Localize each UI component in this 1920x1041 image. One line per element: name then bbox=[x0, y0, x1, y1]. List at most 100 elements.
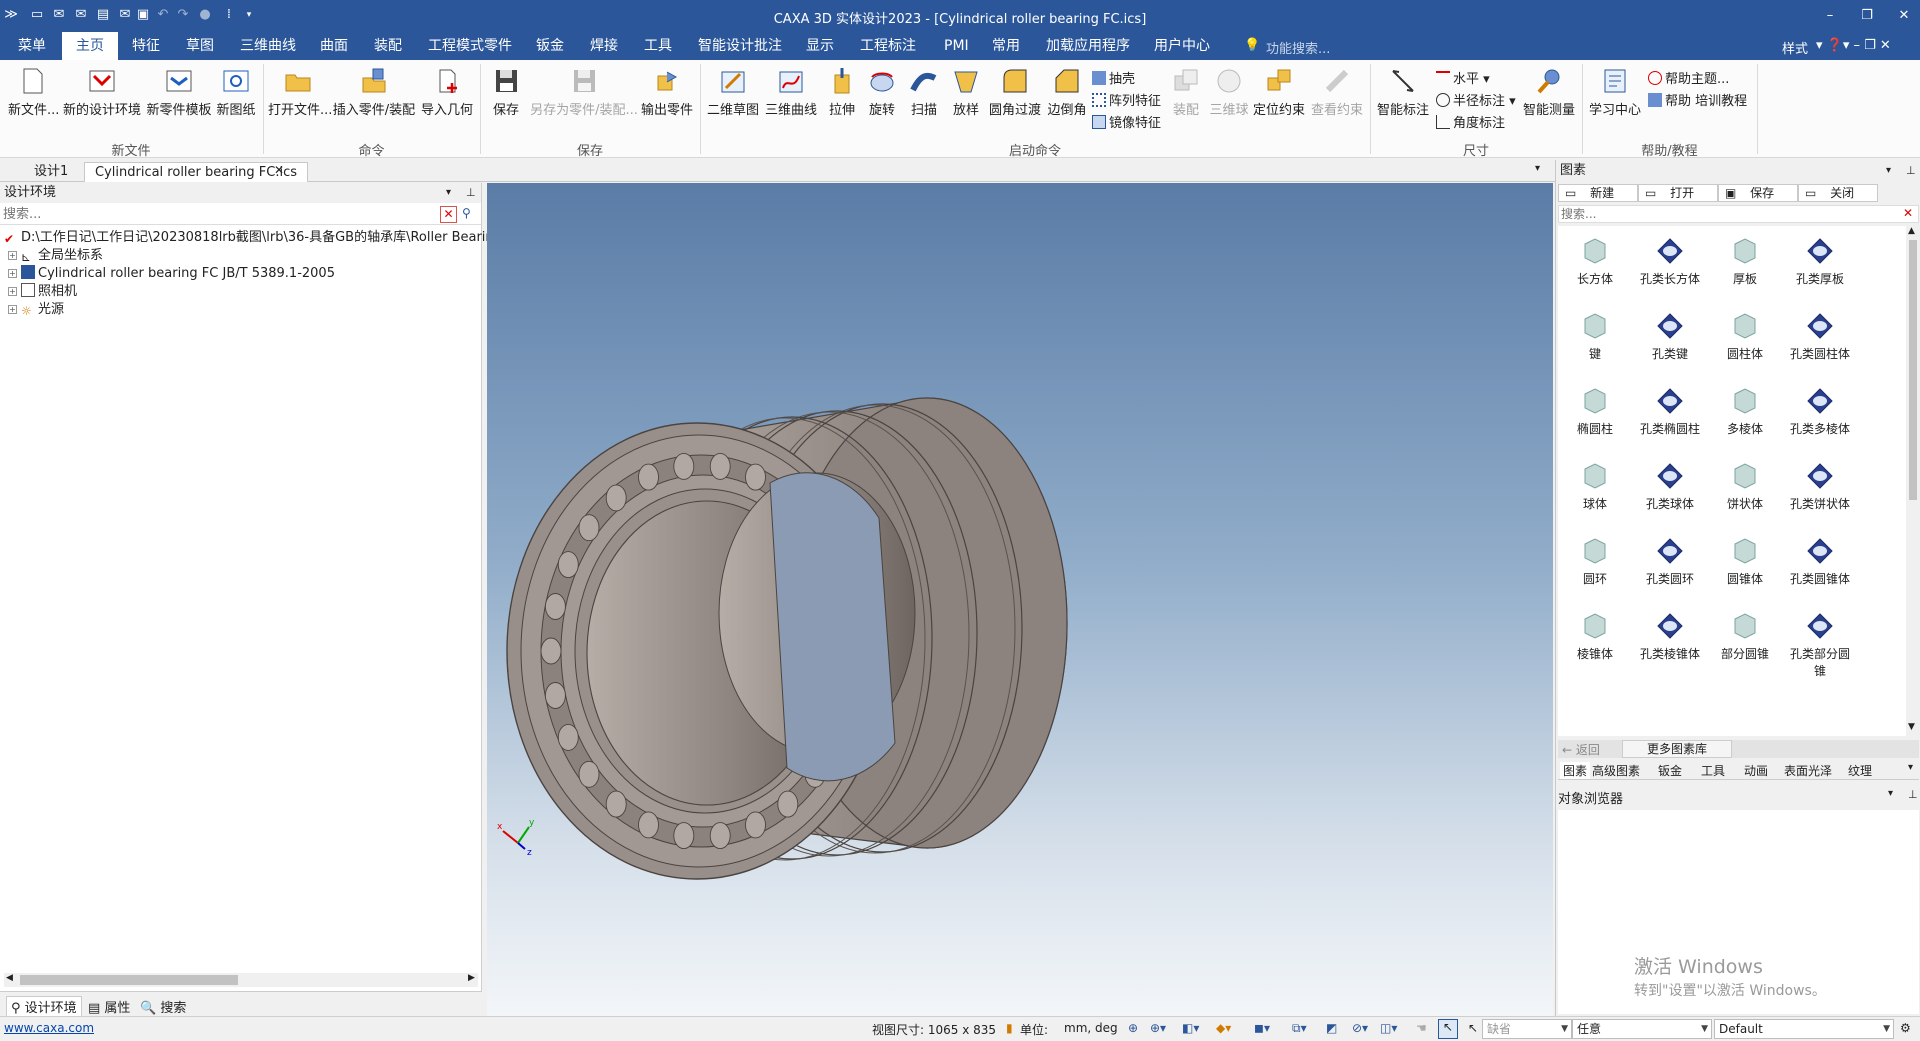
filter-combo[interactable]: 缺省 ▼ bbox=[1482, 1019, 1572, 1039]
function-search-input[interactable]: 功能搜索... bbox=[1266, 38, 1330, 57]
object-browser-area[interactable]: 激活 Windows 转到"设置"以激活 Windows。 bbox=[1558, 810, 1919, 1014]
select-pointer-icon[interactable]: ↖ bbox=[1438, 1019, 1458, 1039]
close-icon[interactable]: ✕ bbox=[1889, 6, 1919, 26]
library-item-hole-key[interactable]: 孔类键 bbox=[1635, 305, 1705, 375]
library-item-cube[interactable]: 长方体 bbox=[1560, 230, 1630, 300]
extrude-button[interactable]: 拉伸 bbox=[824, 66, 860, 118]
save-as-button[interactable]: 另存为零件/装配... bbox=[530, 66, 638, 118]
expand-icon[interactable]: + bbox=[8, 287, 17, 296]
scroll-right-icon[interactable]: ▶ bbox=[468, 973, 475, 983]
box-select-icon[interactable]: ◫▾ bbox=[1380, 1021, 1397, 1035]
library-item-partial-cone[interactable]: 部分圆锥 bbox=[1710, 605, 1780, 675]
expand-icon[interactable]: + bbox=[8, 251, 17, 260]
library-item-thick-plate[interactable]: 厚板 bbox=[1710, 230, 1780, 300]
loft-button[interactable]: 放样 bbox=[948, 66, 984, 118]
mirror-feature-button[interactable]: 镜像特征 bbox=[1092, 112, 1161, 131]
library-new-button[interactable]: ▭ 新建 bbox=[1558, 184, 1638, 202]
display-icon[interactable]: ◼▾ bbox=[1254, 1021, 1270, 1035]
radius-dimension-button[interactable]: 半径标注 ▾ bbox=[1436, 90, 1516, 109]
expand-icon[interactable]: + bbox=[8, 269, 17, 278]
object-browser-pin-icon[interactable]: ⊥ bbox=[1908, 788, 1918, 801]
library-item-hole-cube[interactable]: 孔类长方体 bbox=[1635, 230, 1705, 300]
menu-tab-sketch[interactable]: 草图 bbox=[178, 32, 222, 60]
view-cube-icon[interactable]: ◧▾ bbox=[1182, 1021, 1199, 1035]
menu-tab-load-apps[interactable]: 加载应用程序 bbox=[1038, 32, 1138, 60]
menu-tab-common[interactable]: 常用 bbox=[984, 32, 1028, 60]
hand-icon[interactable]: ☚ bbox=[1416, 1021, 1427, 1035]
library-dropdown-icon[interactable]: ▾ bbox=[1886, 160, 1891, 182]
tree-item-global-coords[interactable]: + ⊾ 全局坐标系 bbox=[8, 247, 103, 265]
learning-center-button[interactable]: 学习中心 bbox=[1588, 66, 1642, 118]
library-item-hole-cone[interactable]: 孔类圆锥体 bbox=[1785, 530, 1855, 600]
revolve-button[interactable]: 旋转 bbox=[864, 66, 900, 118]
library-item-hole-polygon-prism[interactable]: 孔类多棱体 bbox=[1785, 380, 1855, 450]
library-item-ellipse-cylinder[interactable]: 椭圆柱 bbox=[1560, 380, 1630, 450]
library-clear-icon[interactable]: ✕ bbox=[1903, 206, 1913, 220]
triball-button[interactable]: 三维球 bbox=[1208, 66, 1250, 118]
horizontal-dimension-button[interactable]: 水平 ▾ bbox=[1436, 68, 1490, 87]
tab-design-environment[interactable]: ⚲ 设计环境 bbox=[6, 996, 82, 1017]
3d-viewport[interactable]: x y z bbox=[487, 183, 1553, 1016]
open-file-button[interactable]: 打开文件... bbox=[268, 66, 332, 118]
style-dropdown-icon[interactable]: ▾ ❓▾ – ❐ ✕ bbox=[1816, 38, 1891, 53]
library-item-hole-partial-cone[interactable]: 孔类部分圆锥 bbox=[1785, 605, 1855, 678]
view-constraint-button[interactable]: 查看约束 bbox=[1308, 66, 1366, 118]
library-item-hole-sphere[interactable]: 孔类球体 bbox=[1635, 455, 1705, 525]
extra-icon[interactable]: ⚙ bbox=[1900, 1021, 1911, 1035]
export-part-button[interactable]: 输出零件 bbox=[640, 66, 694, 118]
library-scrollbar[interactable]: ▲ ▼ bbox=[1906, 226, 1920, 736]
menu-tab-tools[interactable]: 工具 bbox=[636, 32, 680, 60]
positioning-constraint-button[interactable]: 定位约束 bbox=[1252, 66, 1306, 118]
expand-icon[interactable]: + bbox=[8, 305, 17, 314]
menu-tab-display[interactable]: 显示 bbox=[798, 32, 842, 60]
tab-search[interactable]: 🔍 搜索 bbox=[140, 997, 186, 1016]
help-topics-button[interactable]: 帮助主题... bbox=[1648, 68, 1729, 87]
shell-button[interactable]: 抽壳 bbox=[1092, 68, 1135, 87]
category-tab[interactable]: 图素 bbox=[1560, 762, 1591, 779]
assemble-button[interactable]: 装配 bbox=[1168, 66, 1204, 118]
panel-dropdown-icon[interactable]: ▾ bbox=[446, 183, 451, 203]
horizontal-scrollbar[interactable]: ◀ ▶ bbox=[4, 973, 478, 987]
scroll-down-icon[interactable]: ▼ bbox=[1908, 722, 1915, 732]
zoom-icon[interactable]: ⊕ bbox=[1128, 1021, 1138, 1035]
library-item-cylinder[interactable]: 圆柱体 bbox=[1710, 305, 1780, 375]
menu-tab-pmi[interactable]: PMI bbox=[936, 32, 977, 60]
training-tutorial-button[interactable]: 帮助 培训教程 bbox=[1648, 90, 1747, 109]
chamfer-button[interactable]: 边倒角 bbox=[1046, 66, 1088, 118]
object-browser-dropdown-icon[interactable]: ▾ bbox=[1888, 788, 1893, 799]
category-tab[interactable]: 工具 bbox=[1701, 762, 1725, 779]
menu-tab-smart-annotation[interactable]: 智能设计批注 bbox=[690, 32, 790, 60]
library-item-hole-thick-plate[interactable]: 孔类厚板 bbox=[1785, 230, 1855, 300]
library-item-sphere[interactable]: 球体 bbox=[1560, 455, 1630, 525]
pin-icon[interactable]: ⊥ bbox=[466, 183, 476, 203]
scroll-left-icon[interactable]: ◀ bbox=[6, 973, 13, 983]
menu-tab-engineering-annotation[interactable]: 工程标注 bbox=[852, 32, 924, 60]
tab-properties[interactable]: ▤ 属性 bbox=[88, 997, 130, 1016]
library-item-pyramid[interactable]: 棱锥体 bbox=[1560, 605, 1630, 675]
fillet-button[interactable]: 圆角过渡 bbox=[988, 66, 1042, 118]
pattern-feature-button[interactable]: 阵列特征 bbox=[1092, 90, 1161, 109]
library-item-polygon-prism[interactable]: 多棱体 bbox=[1710, 380, 1780, 450]
light-toggle-icon[interactable]: ◩ bbox=[1326, 1021, 1337, 1035]
save-button[interactable]: 保存 bbox=[486, 66, 526, 118]
menu-tab-welding[interactable]: 焊接 bbox=[582, 32, 626, 60]
style-combo[interactable]: Default ▼ bbox=[1714, 1019, 1894, 1039]
library-open-button[interactable]: ▭ 打开 bbox=[1638, 184, 1718, 202]
more-library-button[interactable]: 更多图素库 bbox=[1622, 740, 1732, 758]
menu-tab-feature[interactable]: 特征 bbox=[124, 32, 168, 60]
library-item-hole-ellipse-cylinder[interactable]: 孔类椭圆柱 bbox=[1635, 380, 1705, 450]
library-item-hole-pie[interactable]: 孔类饼状体 bbox=[1785, 455, 1855, 525]
category-tab[interactable]: 高级图素 bbox=[1592, 762, 1640, 779]
smart-measure-button[interactable]: 智能测量 bbox=[1522, 66, 1576, 118]
new-file-button[interactable]: 新文件... bbox=[8, 66, 59, 118]
bearing-model[interactable] bbox=[487, 183, 1553, 1016]
category-tab[interactable]: 表面光泽 bbox=[1784, 762, 1832, 779]
library-item-hole-torus[interactable]: 孔类圆环 bbox=[1635, 530, 1705, 600]
angle-dimension-button[interactable]: 角度标注 bbox=[1436, 112, 1505, 131]
3d-curve-button[interactable]: 三维曲线 bbox=[764, 66, 818, 118]
library-back-button[interactable]: ← 返回 bbox=[1562, 741, 1600, 758]
menu-tab-engineering-part[interactable]: 工程模式零件 bbox=[420, 32, 520, 60]
tree-root[interactable]: ✔ D:\工作日记\工作日记\20230818lrb截图\lrb\36-具备GB的… bbox=[4, 229, 513, 247]
category-tab[interactable]: 动画 bbox=[1744, 762, 1768, 779]
filter-icon[interactable]: ⚲ bbox=[462, 206, 471, 220]
